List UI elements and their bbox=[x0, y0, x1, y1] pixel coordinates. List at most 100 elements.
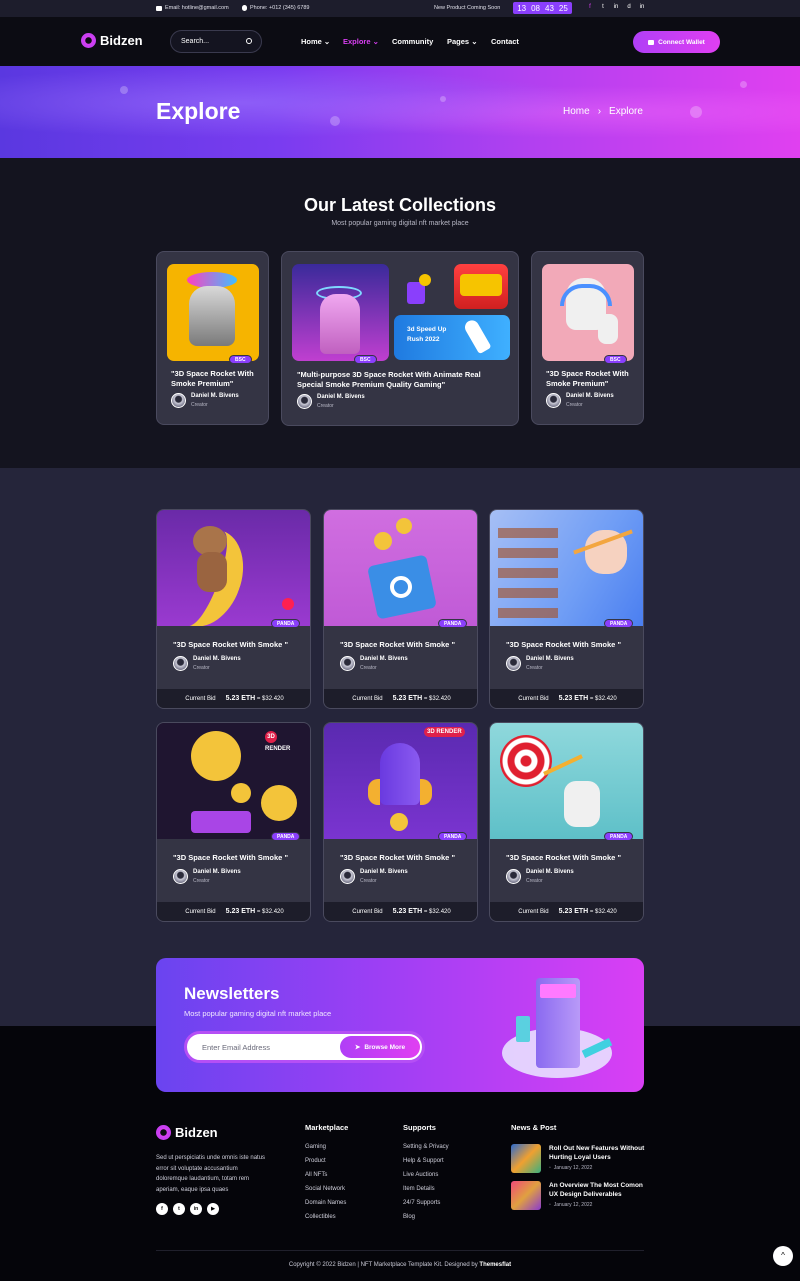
facebook-icon[interactable]: f bbox=[156, 1203, 168, 1215]
nav-community[interactable]: Community bbox=[392, 37, 433, 46]
creator-role: Creator bbox=[566, 402, 583, 408]
search-placeholder: Search... bbox=[181, 38, 210, 45]
news-date: ▫ January 12, 2022 bbox=[549, 1165, 649, 1171]
connect-wallet-button[interactable]: Connect Wallet bbox=[633, 31, 720, 53]
avatar bbox=[171, 393, 186, 408]
facebook-icon[interactable]: f bbox=[587, 4, 593, 11]
twitter-icon[interactable]: t bbox=[600, 4, 606, 11]
browse-more-button[interactable]: ➤ Browse More bbox=[340, 1036, 420, 1058]
nft-card[interactable]: 3D RENDER PANDA "3D Space Rocket With Sm… bbox=[323, 722, 478, 922]
nft-title[interactable]: "3D Space Rocket With Smoke " bbox=[506, 853, 621, 862]
email-field[interactable]: Enter Email Address ➤ Browse More bbox=[184, 1031, 425, 1063]
nft-card[interactable]: PANDA "3D Space Rocket With Smoke " Dani… bbox=[156, 509, 311, 709]
collection-card-featured[interactable]: BSC 3d Speed Up Rush 2022 "Multi-purpose… bbox=[281, 251, 519, 426]
top-phone-text: Phone: +012 (345) 6789 bbox=[250, 5, 310, 11]
chevron-down-icon: ⌄ bbox=[469, 37, 478, 46]
nft-card[interactable]: PANDA "3D Space Rocket With Smoke " Dani… bbox=[489, 722, 644, 922]
collections-subtitle: Most popular gaming digital nft market p… bbox=[331, 220, 469, 227]
breadcrumb-home[interactable]: Home bbox=[563, 106, 590, 117]
hero-bokeh bbox=[120, 86, 128, 94]
footer-link[interactable]: Social Network bbox=[305, 1186, 345, 1192]
creator-info[interactable]: Daniel M. Bivens Creator bbox=[340, 869, 408, 884]
creator-info[interactable]: Daniel M. Bivens Creator bbox=[173, 656, 241, 671]
nft-card[interactable]: PANDA "3D Space Rocket With Smoke " Dani… bbox=[489, 509, 644, 709]
creator-info[interactable]: Daniel M. Bivens Creator bbox=[171, 393, 239, 408]
linkedin-icon[interactable]: in bbox=[190, 1203, 202, 1215]
news-post[interactable]: Roll Out New Features Without Hurting Lo… bbox=[511, 1144, 649, 1173]
bid-usd: = $32.420 bbox=[256, 696, 284, 702]
youtube-icon[interactable]: ▶ bbox=[207, 1203, 219, 1215]
breadcrumb: Home › Explore bbox=[563, 106, 643, 117]
nft-title[interactable]: "3D Space Rocket With Smoke " bbox=[340, 853, 455, 862]
footer-link[interactable]: Domain Names bbox=[305, 1200, 346, 1206]
collection-title[interactable]: "3D Space Rocket With Smoke Premium" bbox=[171, 369, 263, 388]
brand-logo[interactable]: Bidzen bbox=[81, 33, 143, 48]
news-date: ▫ January 12, 2022 bbox=[549, 1202, 649, 1208]
creator-info[interactable]: Daniel M. Bivens Creator bbox=[506, 656, 574, 671]
nav-home[interactable]: Home ⌄ bbox=[301, 37, 330, 46]
news-title[interactable]: Roll Out New Features Without Hurting Lo… bbox=[549, 1144, 649, 1162]
twitter-icon[interactable]: t bbox=[173, 1203, 185, 1215]
footer-link[interactable]: Gaming bbox=[305, 1144, 326, 1150]
creator-info[interactable]: Daniel M. Bivens Creator bbox=[173, 869, 241, 884]
footer-link[interactable]: Collectibles bbox=[305, 1214, 336, 1220]
creator-name: Daniel M. Bivens bbox=[193, 869, 241, 875]
footer-link[interactable]: Live Auctions bbox=[403, 1172, 438, 1178]
chain-badge: BSC bbox=[229, 355, 252, 364]
nft-title[interactable]: "3D Space Rocket With Smoke " bbox=[173, 853, 288, 862]
collection-card[interactable]: BSC "3D Space Rocket With Smoke Premium"… bbox=[156, 251, 269, 425]
bid-label: Current Bid bbox=[352, 695, 383, 702]
creator-info[interactable]: Daniel M. Bivens Creator bbox=[506, 869, 574, 884]
bid-eth: 5.23 ETH bbox=[225, 908, 256, 915]
footer-link[interactable]: All NFTs bbox=[305, 1172, 327, 1178]
collection-card[interactable]: BSC "3D Space Rocket With Smoke Premium"… bbox=[531, 251, 644, 425]
footer-supports-heading: Supports bbox=[403, 1123, 436, 1132]
instagram-icon[interactable]: in bbox=[613, 4, 619, 11]
designer-link[interactable]: Themesflat bbox=[479, 1262, 511, 1268]
footer-divider bbox=[156, 1250, 644, 1251]
collection-title[interactable]: "Multi-purpose 3D Space Rocket With Anim… bbox=[297, 370, 497, 389]
nft-title[interactable]: "3D Space Rocket With Smoke " bbox=[173, 640, 288, 649]
linkedin-icon[interactable]: in bbox=[639, 4, 645, 11]
creator-name: Daniel M. Bivens bbox=[360, 656, 408, 662]
search-input[interactable]: Search... bbox=[170, 30, 262, 53]
hero-bokeh bbox=[740, 81, 747, 88]
top-socials: f t in d in bbox=[587, 4, 645, 11]
footer-link[interactable]: Setting & Privacy bbox=[403, 1144, 449, 1150]
nav-pages[interactable]: Pages ⌄ bbox=[447, 37, 477, 46]
bid-label: Current Bid bbox=[518, 695, 549, 702]
calendar-icon: ▫ bbox=[549, 1202, 551, 1208]
collection-title[interactable]: "3D Space Rocket With Smoke Premium" bbox=[546, 369, 638, 388]
search-icon[interactable] bbox=[246, 38, 252, 44]
top-phone[interactable]: Phone: +012 (345) 6789 bbox=[242, 5, 309, 11]
footer-link[interactable]: 24/7 Supports bbox=[403, 1200, 440, 1206]
footer-news-heading: News & Post bbox=[511, 1123, 557, 1132]
top-email[interactable]: Email: hotline@gmail.com bbox=[156, 5, 229, 11]
dribbble-icon[interactable]: d bbox=[626, 4, 632, 11]
creator-role: Creator bbox=[360, 665, 377, 671]
creator-info[interactable]: Daniel M. Bivens Creator bbox=[546, 393, 614, 408]
news-post[interactable]: An Overview The Most Comon UX Design Del… bbox=[511, 1181, 649, 1210]
nav-contact[interactable]: Contact bbox=[491, 37, 519, 46]
nft-card[interactable]: PANDA "3D Space Rocket With Smoke " Dani… bbox=[323, 509, 478, 709]
nft-card[interactable]: 3D RENDER PANDA "3D Space Rocket With Sm… bbox=[156, 722, 311, 922]
coming-soon-text: New Product Coming Soon bbox=[434, 5, 501, 11]
bid-eth: 5.23 ETH bbox=[392, 908, 423, 915]
footer-link[interactable]: Help & Support bbox=[403, 1158, 444, 1164]
scroll-to-top-button[interactable]: ^ bbox=[773, 1246, 793, 1266]
footer-brand-logo[interactable]: Bidzen bbox=[156, 1125, 218, 1140]
nav-explore[interactable]: Explore ⌄ bbox=[343, 37, 379, 46]
news-title[interactable]: An Overview The Most Comon UX Design Del… bbox=[549, 1181, 649, 1199]
creator-info[interactable]: Daniel M. Bivens Creator bbox=[340, 656, 408, 671]
creator-role: Creator bbox=[360, 878, 377, 884]
nft-title[interactable]: "3D Space Rocket With Smoke " bbox=[506, 640, 621, 649]
footer-link[interactable]: Blog bbox=[403, 1214, 415, 1220]
nft-title[interactable]: "3D Space Rocket With Smoke " bbox=[340, 640, 455, 649]
collection-promo: 3d Speed Up Rush 2022 bbox=[394, 315, 510, 360]
creator-info[interactable]: Daniel M. Bivens Creator bbox=[297, 394, 365, 409]
collection-thumb bbox=[454, 264, 508, 309]
connect-wallet-label: Connect Wallet bbox=[658, 38, 705, 46]
footer-link[interactable]: Item Details bbox=[403, 1186, 435, 1192]
creator-role: Creator bbox=[526, 665, 543, 671]
footer-link[interactable]: Product bbox=[305, 1158, 326, 1164]
